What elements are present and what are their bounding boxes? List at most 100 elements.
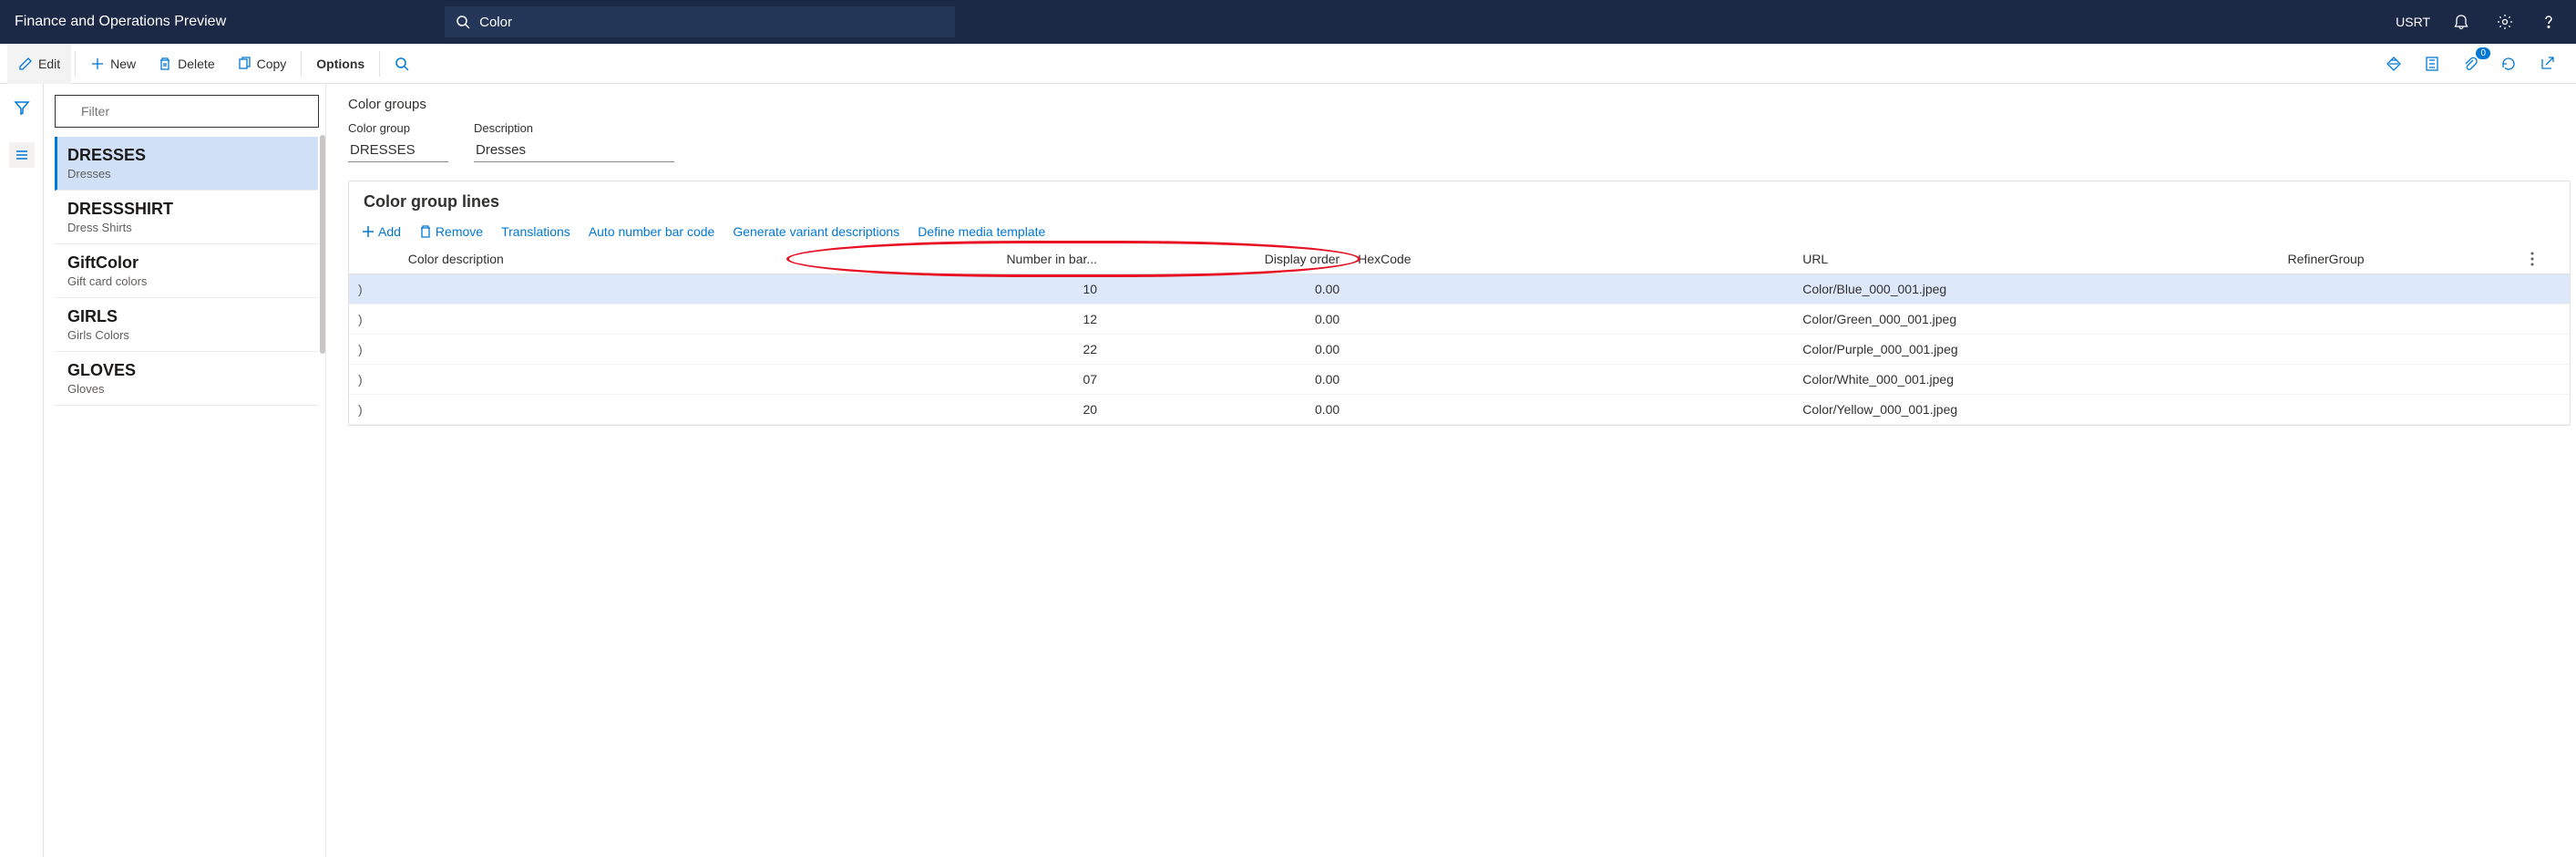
cell-number-barcode[interactable]: 22 xyxy=(844,335,1106,365)
sidebar-item-name: DRESSES xyxy=(67,146,307,165)
cell-hexcode[interactable] xyxy=(1349,365,1793,395)
sidebar-item[interactable]: GLOVES Gloves xyxy=(55,352,318,406)
cell-url[interactable]: Color/Yellow_000_001.jpeg xyxy=(1793,395,2278,425)
header-fields: Color group DRESSES Description Dresses xyxy=(348,121,2576,162)
list-rail-button[interactable] xyxy=(9,142,35,168)
cell-url[interactable]: Color/Green_000_001.jpeg xyxy=(1793,305,2278,335)
cell-display-order[interactable]: 0.00 xyxy=(1106,395,1349,425)
cell-display-order[interactable]: 0.00 xyxy=(1106,365,1349,395)
edit-button[interactable]: Edit xyxy=(7,44,71,84)
sidebar-item-desc: Gift card colors xyxy=(67,274,307,288)
cell-marker: ) xyxy=(349,335,399,365)
filter-rail-button[interactable] xyxy=(9,95,35,120)
sidebar-item[interactable]: DRESSSHIRTDress Shirts xyxy=(55,191,318,244)
refresh-button[interactable] xyxy=(2496,51,2521,77)
help-button[interactable] xyxy=(2536,9,2561,35)
cell-number-barcode[interactable]: 10 xyxy=(844,274,1106,305)
col-description[interactable]: Color description xyxy=(399,244,844,274)
copy-label: Copy xyxy=(257,57,287,71)
office-icon-button[interactable] xyxy=(2419,51,2445,77)
col-refiner[interactable]: RefinerGroup xyxy=(2279,244,2521,274)
grid-card: Color group lines Add Remove Translation… xyxy=(348,181,2571,426)
page-title: Color groups xyxy=(348,97,2576,112)
popout-button[interactable] xyxy=(2534,51,2560,77)
col-display-order[interactable]: Display order xyxy=(1106,244,1349,274)
cell-display-order[interactable]: 0.00 xyxy=(1106,305,1349,335)
new-button[interactable]: New xyxy=(79,44,147,84)
grid-generate-button[interactable]: Generate variant descriptions xyxy=(733,224,899,239)
sidebar-item-desc: Dress Shirts xyxy=(67,221,307,234)
sidebar-item[interactable]: GIRLSGirls Colors xyxy=(55,298,318,352)
sidebar-item-desc: Girls Colors xyxy=(67,328,307,342)
cell-number-barcode[interactable]: 20 xyxy=(844,395,1106,425)
field-colorgroup-label: Color group xyxy=(348,121,448,135)
table-row[interactable]: )200.00Color/Yellow_000_001.jpeg xyxy=(349,395,2570,425)
main-panel: Color groups Color group DRESSES Descrip… xyxy=(326,84,2576,857)
attachments-badge: 0 xyxy=(2476,47,2490,59)
cell-description[interactable] xyxy=(399,274,844,305)
cell-description[interactable] xyxy=(399,365,844,395)
grid-remove-button[interactable]: Remove xyxy=(419,224,483,239)
action-bar: Edit New Delete Copy Options 0 xyxy=(0,44,2576,84)
cell-description[interactable] xyxy=(399,335,844,365)
cell-refiner[interactable] xyxy=(2279,365,2521,395)
cell-number-barcode[interactable]: 07 xyxy=(844,365,1106,395)
cell-refiner[interactable] xyxy=(2279,395,2521,425)
grid-toolbar: Add Remove Translations Auto number bar … xyxy=(349,219,2570,244)
cell-hexcode[interactable] xyxy=(1349,335,1793,365)
grid-autonumber-button[interactable]: Auto number bar code xyxy=(589,224,715,239)
card-title: Color group lines xyxy=(349,181,2570,219)
cell-description[interactable] xyxy=(399,305,844,335)
table-row[interactable]: )100.00Color/Blue_000_001.jpeg xyxy=(349,274,2570,305)
sidebar-item-desc: Gloves xyxy=(67,382,307,396)
grid-table: Color description Number in bar... Displ… xyxy=(349,244,2570,425)
cell-hexcode[interactable] xyxy=(1349,395,1793,425)
col-url[interactable]: URL xyxy=(1793,244,2278,274)
attachments-button[interactable]: 0 xyxy=(2458,51,2483,77)
cell-url[interactable]: Color/White_000_001.jpeg xyxy=(1793,365,2278,395)
scrollbar[interactable] xyxy=(320,135,325,354)
grid-add-button[interactable]: Add xyxy=(362,224,401,239)
grid-translations-button[interactable]: Translations xyxy=(501,224,570,239)
cell-number-barcode[interactable]: 12 xyxy=(844,305,1106,335)
col-number-barcode[interactable]: Number in bar... xyxy=(844,244,1106,274)
col-hexcode[interactable]: HexCode xyxy=(1349,244,1793,274)
sidebar-item[interactable]: GiftColorGift card colors xyxy=(55,244,318,298)
cell-url[interactable]: Color/Blue_000_001.jpeg xyxy=(1793,274,2278,305)
diamond-icon-button[interactable] xyxy=(2381,51,2407,77)
options-button[interactable]: Options xyxy=(305,44,375,84)
edit-label: Edit xyxy=(38,57,60,71)
cell-refiner[interactable] xyxy=(2279,335,2521,365)
titlebar: Finance and Operations Preview Color USR… xyxy=(0,0,2576,44)
copy-button[interactable]: Copy xyxy=(226,44,298,84)
search-icon xyxy=(456,15,470,29)
cell-hexcode[interactable] xyxy=(1349,305,1793,335)
cell-refiner[interactable] xyxy=(2279,305,2521,335)
cell-description[interactable] xyxy=(399,395,844,425)
cell-display-order[interactable]: 0.00 xyxy=(1106,274,1349,305)
col-more[interactable] xyxy=(2521,244,2570,274)
field-colorgroup-value[interactable]: DRESSES xyxy=(348,139,448,162)
cell-refiner[interactable] xyxy=(2279,274,2521,305)
sidebar-item[interactable]: DRESSESDresses xyxy=(55,137,318,191)
cell-url[interactable]: Color/Purple_000_001.jpeg xyxy=(1793,335,2278,365)
cell-more xyxy=(2521,365,2570,395)
delete-button[interactable]: Delete xyxy=(147,44,225,84)
cell-more xyxy=(2521,335,2570,365)
sidebar-item-name: GLOVES xyxy=(67,361,307,380)
cell-display-order[interactable]: 0.00 xyxy=(1106,335,1349,365)
table-row[interactable]: )070.00Color/White_000_001.jpeg xyxy=(349,365,2570,395)
grid-definemedia-button[interactable]: Define media template xyxy=(918,224,1045,239)
notifications-button[interactable] xyxy=(2448,9,2474,35)
table-row[interactable]: )120.00Color/Green_000_001.jpeg xyxy=(349,305,2570,335)
field-description-value[interactable]: Dresses xyxy=(474,139,674,162)
cell-more xyxy=(2521,395,2570,425)
search-action-button[interactable] xyxy=(384,44,420,84)
sidebar-item-name: GiftColor xyxy=(67,253,307,273)
table-row[interactable]: ) 220.00 Color/Purple_000_001.jpeg xyxy=(349,335,2570,365)
cell-hexcode[interactable] xyxy=(1349,274,1793,305)
settings-button[interactable] xyxy=(2492,9,2518,35)
filter-input[interactable] xyxy=(55,95,319,128)
global-search[interactable]: Color xyxy=(445,6,955,37)
user-label[interactable]: USRT xyxy=(2396,15,2430,29)
